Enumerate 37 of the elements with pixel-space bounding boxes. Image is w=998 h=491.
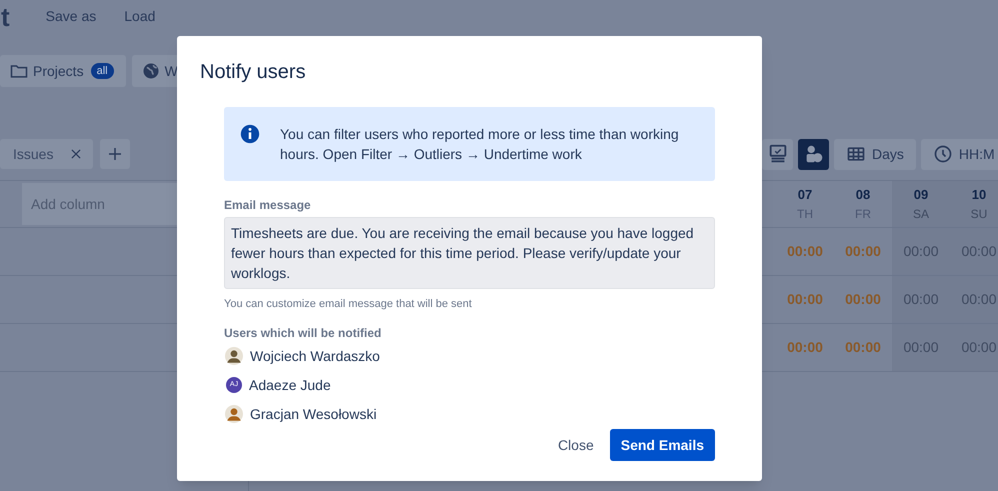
remove-button[interactable] — [69, 147, 84, 161]
user-name: Gracjan Wesołowski — [250, 404, 377, 424]
menu-item[interactable]: Load — [122, 6, 158, 27]
globe-icon — [140, 61, 161, 81]
day-date: 08 — [856, 186, 870, 204]
day-date: 10 — [972, 186, 986, 204]
view-button[interactable] — [798, 138, 829, 170]
time-cell-text: 00:00 — [845, 338, 881, 357]
send-button[interactable]: Send Emails — [610, 429, 715, 461]
group-chip-label: Issues — [13, 144, 54, 164]
user-name: Wojciech Wardaszko — [250, 346, 380, 366]
day-date: 07 — [798, 186, 812, 204]
field-label: Users which will be notified — [224, 324, 382, 342]
period-button[interactable]: Days — [834, 138, 916, 170]
day-date: 09 — [914, 186, 928, 204]
format-button[interactable]: HH:M — [920, 138, 998, 170]
time-cell-text: 00:00 — [845, 290, 881, 309]
time-cell-text: 00:00 — [787, 290, 823, 309]
filter-button[interactable]: Projects all — [0, 55, 126, 87]
clock-icon — [932, 144, 953, 164]
time-cell-text: 00:00 — [787, 338, 823, 357]
field-label: Email message — [224, 197, 312, 214]
time-cell-text: 00:00 — [787, 242, 823, 261]
field-hint: You can customize email message that will be sent — [224, 297, 473, 312]
dialog-title: Notify users — [200, 60, 307, 85]
close-button[interactable]: Close — [556, 434, 595, 456]
page-title: t — [0, 4, 10, 30]
menu-item[interactable]: Save as — [44, 6, 98, 27]
add-button[interactable] — [100, 139, 130, 169]
close-icon — [69, 147, 84, 161]
count-badge: all — [90, 63, 114, 79]
info-icon — [240, 124, 260, 144]
user-name: Adaeze Jude — [249, 376, 331, 394]
time-cell-text: 00:00 — [845, 242, 881, 261]
info-text: You can filter users who reported more or less time than working hours. Open Filter → Outliers → Undertime work — [280, 125, 680, 164]
view-button[interactable] — [762, 138, 793, 170]
message-field[interactable]: Timesheets are due. You are receiving the email because you have logged fewer hours than expected for this time period. Please verify/update your worklogs. — [224, 217, 715, 289]
